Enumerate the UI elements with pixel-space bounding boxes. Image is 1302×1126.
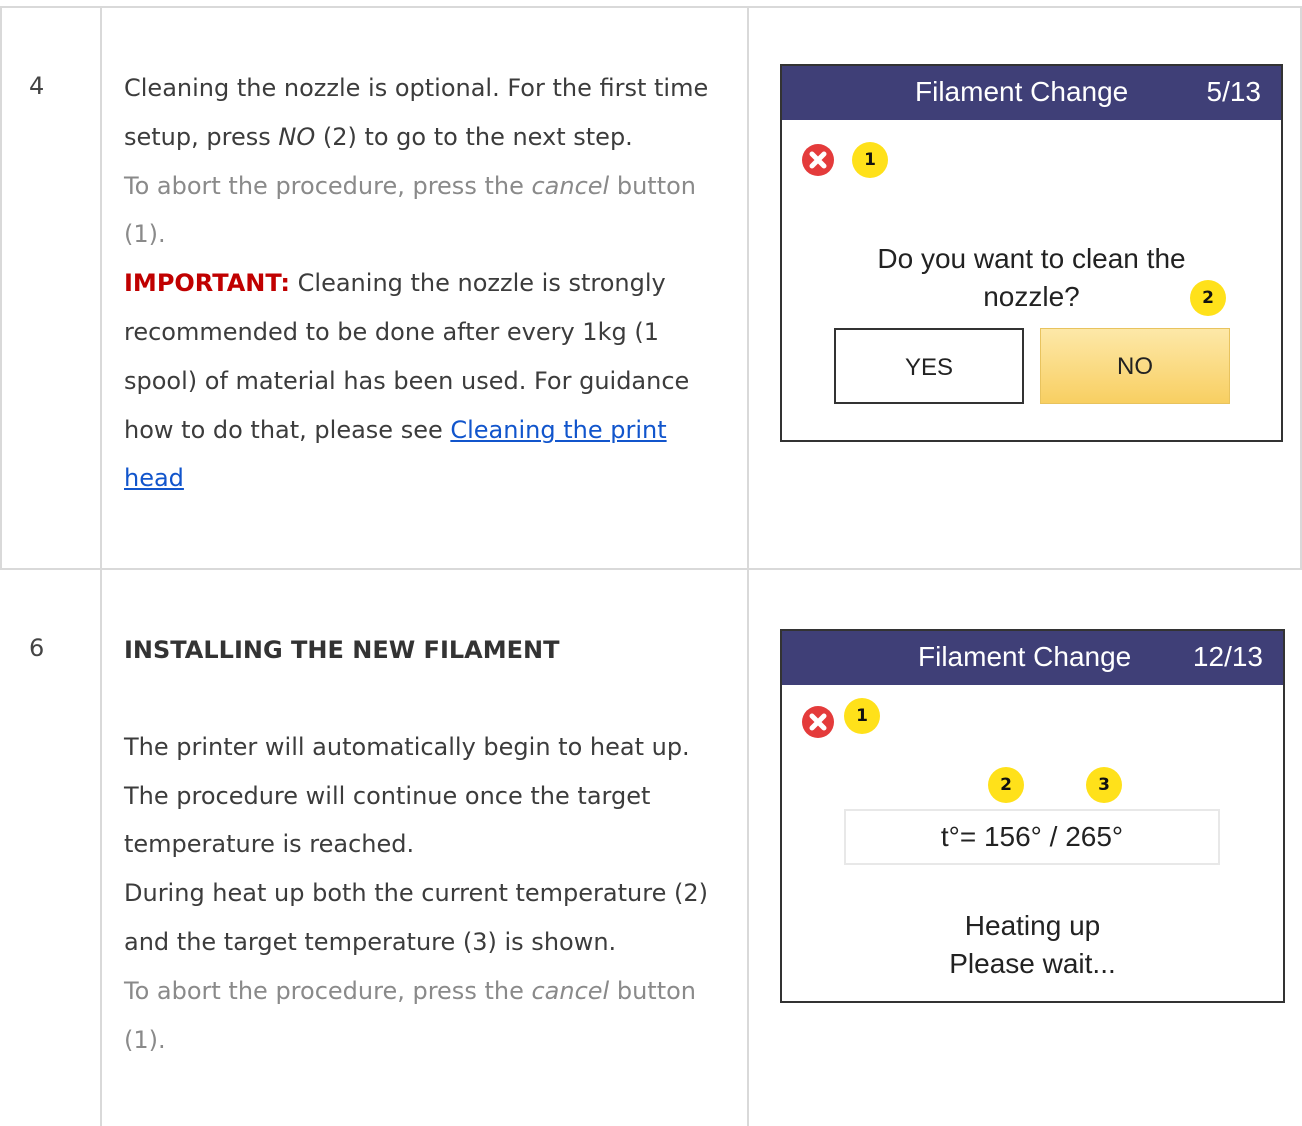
printer-screen-heating: Filament Change 12/13 1 2 3 t°= 156° / 2… <box>780 629 1285 1003</box>
callout-marker: 2 <box>988 767 1024 803</box>
important-label: IMPORTANT: <box>124 269 291 298</box>
instruction-paragraph: During heat up both the current temperat… <box>124 879 708 956</box>
callout-marker: 2 <box>1190 280 1226 316</box>
emphasis-no: NO <box>278 122 316 151</box>
text-span: To abort the procedure, press the <box>124 976 532 1005</box>
step-number: 4 <box>29 72 45 100</box>
abort-note: To abort the procedure, press the cancel… <box>124 967 724 1065</box>
section-heading: INSTALLING THE NEW FILAMENT <box>124 636 560 664</box>
step-counter: 12/13 <box>1192 641 1263 672</box>
please-wait-line: Please wait... <box>949 948 1116 979</box>
step-counter: 5/13 <box>1206 76 1262 107</box>
temperature-readout: t°= 156° / 265° <box>844 809 1220 865</box>
important-note: IMPORTANT: Cleaning the nozzle is strong… <box>124 259 724 503</box>
instruction-paragraph: Cleaning the nozzle is optional. For the… <box>124 64 724 162</box>
table-row-divider <box>0 568 1302 570</box>
screen-title: Filament Change <box>915 76 1129 107</box>
no-button[interactable]: NO <box>1040 328 1230 404</box>
heating-status-line: Heating up <box>964 910 1101 941</box>
callout-marker: 1 <box>844 698 880 734</box>
step-4-instructions: Cleaning the nozzle is optional. For the… <box>124 64 724 503</box>
table-col-divider-2 <box>747 6 749 1126</box>
step-6-instructions: INSTALLING THE NEW FILAMENT The printer … <box>124 626 724 1064</box>
text-span: (2) to go to the next step. <box>315 122 633 151</box>
abort-note: To abort the procedure, press the cancel… <box>124 162 724 260</box>
emphasis-cancel: cancel <box>531 171 610 200</box>
printer-screen-clean-nozzle: Filament Change 5/13 1 Do you want to cl… <box>780 64 1283 442</box>
table-left-border <box>0 6 2 569</box>
cancel-icon[interactable] <box>802 706 834 738</box>
table-col-divider-1 <box>100 6 102 1126</box>
screen-title: Filament Change <box>918 641 1132 672</box>
yes-button[interactable]: YES <box>834 328 1024 404</box>
callout-marker: 1 <box>852 142 888 178</box>
text-span: To abort the procedure, press the <box>124 171 532 200</box>
table-top-border <box>0 6 1302 8</box>
callout-marker: 3 <box>1086 767 1122 803</box>
screen-header: Filament Change 5/13 <box>782 66 1281 120</box>
instruction-paragraph: The printer will automatically begin to … <box>124 732 690 859</box>
emphasis-cancel: cancel <box>531 976 610 1005</box>
screen-header: Filament Change 12/13 <box>782 631 1283 685</box>
cancel-icon[interactable] <box>802 144 834 176</box>
step-number: 6 <box>29 634 45 662</box>
